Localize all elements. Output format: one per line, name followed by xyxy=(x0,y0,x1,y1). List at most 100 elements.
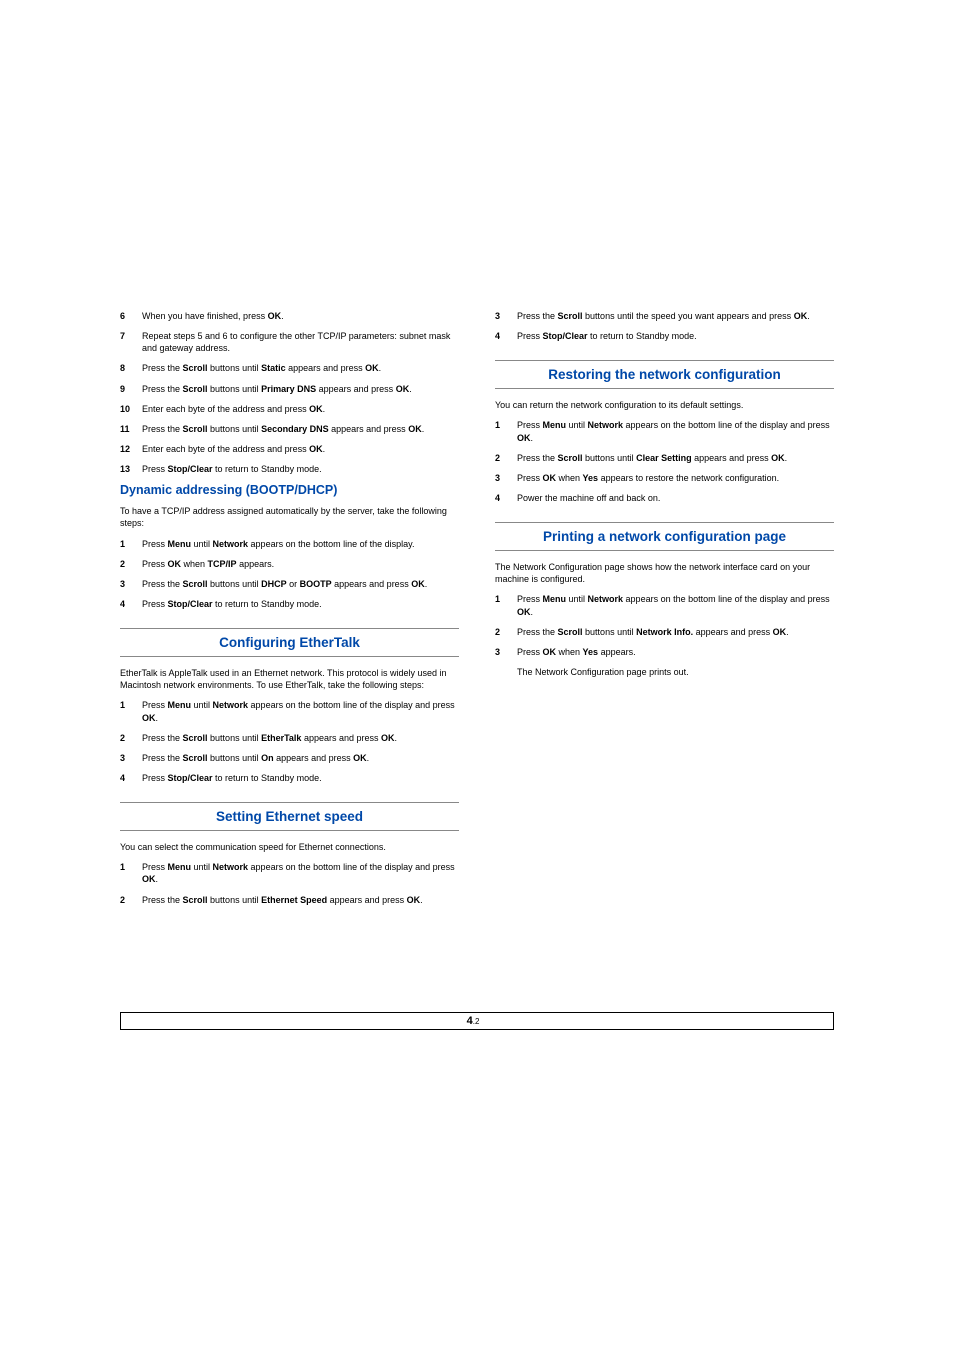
left-column: 6When you have finished, press OK.7Repea… xyxy=(120,310,459,914)
step-item: 9Press the Scroll buttons until Primary … xyxy=(120,383,459,395)
step-item: 1Press Menu until Network appears on the… xyxy=(495,419,834,443)
step-item: 11Press the Scroll buttons until Seconda… xyxy=(120,423,459,435)
step-text: Press Menu until Network appears on the … xyxy=(517,419,834,443)
print-note: The Network Configuration page prints ou… xyxy=(517,666,834,678)
step-number: 3 xyxy=(495,472,517,484)
step-text: Enter each byte of the address and press… xyxy=(142,403,459,415)
step-number: 1 xyxy=(495,593,517,617)
step-text: Press the Scroll buttons until Secondary… xyxy=(142,423,459,435)
steps-list-ra: 3Press the Scroll buttons until the spee… xyxy=(495,310,834,342)
step-item: 2Press the Scroll buttons until EtherTal… xyxy=(120,732,459,744)
step-text: Press the Scroll buttons until Static ap… xyxy=(142,362,459,374)
step-number: 2 xyxy=(120,558,142,570)
step-item: 3Press the Scroll buttons until the spee… xyxy=(495,310,834,322)
step-item: 6When you have finished, press OK. xyxy=(120,310,459,322)
step-item: 1Press Menu until Network appears on the… xyxy=(495,593,834,617)
step-item: 4Power the machine off and back on. xyxy=(495,492,834,504)
intro-ethertalk: EtherTalk is AppleTalk used in an Ethern… xyxy=(120,667,459,691)
section-ethernet-speed: Setting Ethernet speed xyxy=(120,802,459,831)
step-text: Press Stop/Clear to return to Standby mo… xyxy=(517,330,834,342)
step-number: 2 xyxy=(495,626,517,638)
step-text: When you have finished, press OK. xyxy=(142,310,459,322)
step-text: Press Stop/Clear to return to Standby mo… xyxy=(142,463,459,475)
step-item: 2Press the Scroll buttons until Ethernet… xyxy=(120,894,459,906)
step-number: 4 xyxy=(120,598,142,610)
step-text: Press OK when Yes appears. xyxy=(517,646,834,658)
step-number: 1 xyxy=(120,699,142,723)
steps-list-b: 1Press Menu until Network appears on the… xyxy=(120,538,459,611)
steps-list-d: 1Press Menu until Network appears on the… xyxy=(120,861,459,905)
intro-ethernet-speed: You can select the communication speed f… xyxy=(120,841,459,853)
step-number: 4 xyxy=(495,492,517,504)
step-number: 7 xyxy=(120,330,142,354)
step-text: Press Menu until Network appears on the … xyxy=(142,861,459,885)
step-item: 10Enter each byte of the address and pre… xyxy=(120,403,459,415)
step-text: Press Stop/Clear to return to Standby mo… xyxy=(142,598,459,610)
step-item: 4Press Stop/Clear to return to Standby m… xyxy=(495,330,834,342)
step-item: 2Press the Scroll buttons until Network … xyxy=(495,626,834,638)
step-item: 12Enter each byte of the address and pre… xyxy=(120,443,459,455)
step-number: 1 xyxy=(120,538,142,550)
step-text: Repeat steps 5 and 6 to configure the ot… xyxy=(142,330,459,354)
step-item: 7Repeat steps 5 and 6 to configure the o… xyxy=(120,330,459,354)
step-text: Press Menu until Network appears on the … xyxy=(517,593,834,617)
step-text: Enter each byte of the address and press… xyxy=(142,443,459,455)
page-footer: 4.2 xyxy=(120,1012,834,1030)
step-text: Press the Scroll buttons until Primary D… xyxy=(142,383,459,395)
step-item: 8Press the Scroll buttons until Static a… xyxy=(120,362,459,374)
steps-list-a: 6When you have finished, press OK.7Repea… xyxy=(120,310,459,475)
step-item: 2Press OK when TCP/IP appears. xyxy=(120,558,459,570)
intro-restore: You can return the network configuration… xyxy=(495,399,834,411)
section-ethertalk: Configuring EtherTalk xyxy=(120,628,459,657)
step-number: 4 xyxy=(120,772,142,784)
step-number: 2 xyxy=(120,732,142,744)
step-item: 3Press OK when Yes appears. xyxy=(495,646,834,658)
step-text: Press the Scroll buttons until Clear Set… xyxy=(517,452,834,464)
right-column: 3Press the Scroll buttons until the spee… xyxy=(495,310,834,914)
step-item: 1Press Menu until Network appears on the… xyxy=(120,699,459,723)
step-number: 9 xyxy=(120,383,142,395)
step-text: Press the Scroll buttons until the speed… xyxy=(517,310,834,322)
step-item: 4Press Stop/Clear to return to Standby m… xyxy=(120,598,459,610)
step-text: Press the Scroll buttons until EtherTalk… xyxy=(142,732,459,744)
steps-list-rc: 1Press Menu until Network appears on the… xyxy=(495,593,834,658)
section-print: Printing a network configuration page xyxy=(495,522,834,551)
step-item: 3Press the Scroll buttons until DHCP or … xyxy=(120,578,459,590)
step-number: 13 xyxy=(120,463,142,475)
step-number: 6 xyxy=(120,310,142,322)
step-item: 2Press the Scroll buttons until Clear Se… xyxy=(495,452,834,464)
step-item: 4Press Stop/Clear to return to Standby m… xyxy=(120,772,459,784)
step-item: 13Press Stop/Clear to return to Standby … xyxy=(120,463,459,475)
step-text: Press OK when TCP/IP appears. xyxy=(142,558,459,570)
step-number: 12 xyxy=(120,443,142,455)
step-number: 2 xyxy=(495,452,517,464)
step-number: 3 xyxy=(495,646,517,658)
step-item: 1Press Menu until Network appears on the… xyxy=(120,861,459,885)
intro-dynamic: To have a TCP/IP address assigned automa… xyxy=(120,505,459,529)
step-item: 1Press Menu until Network appears on the… xyxy=(120,538,459,550)
step-text: Press Stop/Clear to return to Standby mo… xyxy=(142,772,459,784)
step-number: 3 xyxy=(120,752,142,764)
step-number: 2 xyxy=(120,894,142,906)
step-number: 1 xyxy=(120,861,142,885)
step-number: 4 xyxy=(495,330,517,342)
section-restore: Restoring the network configuration xyxy=(495,360,834,389)
step-text: Press the Scroll buttons until DHCP or B… xyxy=(142,578,459,590)
step-item: 3Press the Scroll buttons until On appea… xyxy=(120,752,459,764)
step-text: Press Menu until Network appears on the … xyxy=(142,538,459,550)
step-number: 3 xyxy=(120,578,142,590)
step-text: Press the Scroll buttons until On appear… xyxy=(142,752,459,764)
page-number-minor: .2 xyxy=(473,1017,480,1026)
step-text: Press the Scroll buttons until Ethernet … xyxy=(142,894,459,906)
step-text: Press OK when Yes appears to restore the… xyxy=(517,472,834,484)
step-number: 8 xyxy=(120,362,142,374)
steps-list-c: 1Press Menu until Network appears on the… xyxy=(120,699,459,784)
step-item: 3Press OK when Yes appears to restore th… xyxy=(495,472,834,484)
steps-list-rb: 1Press Menu until Network appears on the… xyxy=(495,419,834,504)
step-text: Press Menu until Network appears on the … xyxy=(142,699,459,723)
step-number: 11 xyxy=(120,423,142,435)
step-number: 10 xyxy=(120,403,142,415)
intro-print: The Network Configuration page shows how… xyxy=(495,561,834,585)
step-text: Press the Scroll buttons until Network I… xyxy=(517,626,834,638)
step-number: 3 xyxy=(495,310,517,322)
